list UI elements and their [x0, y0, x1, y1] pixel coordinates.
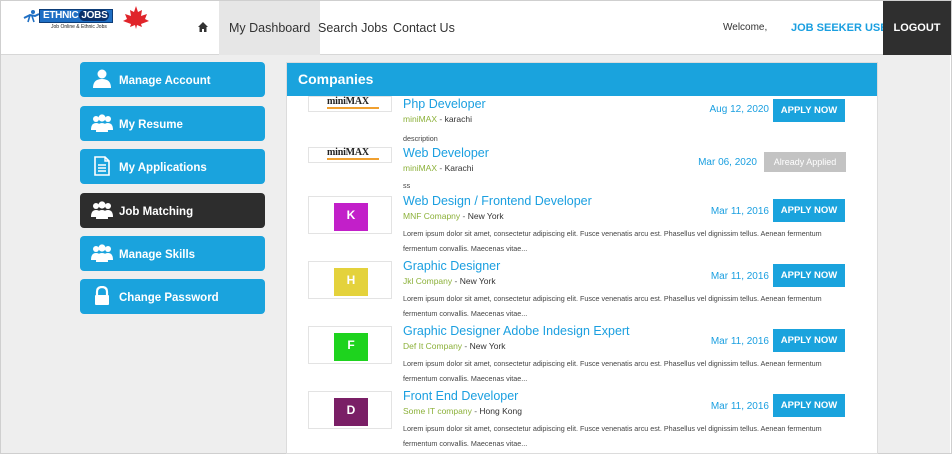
user-icon — [93, 69, 111, 88]
job-description: Lorem ipsum dolor sit amet, consectetur … — [403, 359, 822, 383]
logo-word-jobs: JOBS — [79, 10, 110, 21]
sidebar-item-manage-account[interactable]: Manage Account — [80, 62, 265, 97]
logo-underline — [327, 158, 379, 160]
company-logo-text: miniMAX — [327, 147, 369, 158]
logo-underline — [327, 107, 379, 109]
sidebar-item-change-password[interactable]: Change Password — [80, 279, 265, 314]
job-title[interactable]: Front End Developer — [403, 389, 518, 403]
sidebar-item-label: Job Matching — [119, 206, 194, 218]
company-logo: miniMAX — [308, 147, 392, 163]
job-date: Mar 11, 2016 — [710, 401, 769, 412]
nav-my-dashboard[interactable]: My Dashboard — [219, 1, 321, 55]
company-logo: K — [308, 196, 392, 234]
job-meta: MNF Comapny - New York — [403, 211, 504, 221]
company-logo-letter: D — [346, 403, 356, 417]
panel-title: Companies — [287, 63, 877, 96]
job-description: Lorem ipsum dolor sit amet, consectetur … — [403, 229, 822, 253]
sidebar-item-label: Manage Account — [119, 75, 211, 87]
nav-contact-us[interactable]: Contact Us — [383, 1, 465, 55]
job-meta: Some IT company - Hong Kong — [403, 406, 522, 416]
job-description: Lorem ipsum dolor sit amet, consectetur … — [403, 294, 822, 318]
job-meta: Jkl Company - New York — [403, 276, 496, 286]
users-icon — [91, 114, 113, 132]
job-title[interactable]: Web Developer — [403, 146, 489, 160]
company-name[interactable]: MNF Comapny — [403, 211, 460, 221]
meta-separator: - — [462, 341, 470, 351]
maple-leaf-icon — [123, 6, 149, 29]
job-location: New York — [467, 211, 504, 221]
job-date: Mar 11, 2016 — [710, 336, 769, 347]
job-location: New York — [469, 341, 506, 351]
site-logo[interactable]: ETHNIC JOBS Job Online & Ethnic Jobs — [21, 5, 151, 35]
runner-figure-icon — [23, 10, 40, 23]
job-location: New York — [459, 276, 496, 286]
company-name[interactable]: Jkl Company — [403, 276, 452, 286]
apply-now-button[interactable]: APPLY NOW — [773, 329, 845, 352]
sidebar-item-label: Change Password — [119, 292, 219, 304]
job-meta: Def It Company - New York — [403, 341, 506, 351]
company-logo-letter: F — [347, 338, 355, 352]
logo-tagline: Job Online & Ethnic Jobs — [51, 24, 107, 30]
job-title[interactable]: Php Developer — [403, 97, 486, 111]
company-logo-letter: H — [346, 273, 356, 287]
meta-separator: - — [437, 114, 445, 124]
logo-word-ethnic: ETHNIC — [43, 10, 79, 21]
sidebar-item-my-applications[interactable]: My Applications — [80, 149, 265, 184]
job-title[interactable]: Graphic Designer — [403, 259, 500, 273]
sidebar-item-label: Manage Skills — [119, 249, 196, 261]
company-name[interactable]: miniMAX — [403, 163, 437, 173]
job-description: Lorem ipsum dolor sit amet, consectetur … — [403, 424, 822, 448]
job-title[interactable]: Graphic Designer Adobe Indesign Expert — [403, 324, 630, 338]
apply-now-button[interactable]: APPLY NOW — [773, 394, 845, 417]
users-icon — [91, 244, 113, 262]
job-date: Mar 11, 2016 — [710, 206, 769, 217]
sidebar-item-job-matching[interactable]: Job Matching — [80, 193, 265, 228]
meta-separator: - — [437, 163, 445, 173]
already-applied-button: Already Applied — [764, 152, 846, 172]
lock-icon — [95, 286, 109, 305]
company-logo-square: F — [334, 333, 368, 361]
apply-now-button[interactable]: APPLY NOW — [773, 264, 845, 287]
company-name[interactable]: miniMAX — [403, 114, 437, 124]
sidebar-item-label: My Applications — [119, 162, 207, 174]
job-location: Hong Kong — [479, 406, 522, 416]
job-meta: miniMAX - karachi — [403, 114, 472, 124]
meta-separator: - — [452, 276, 460, 286]
meta-separator: - — [460, 211, 468, 221]
job-date: Mar 06, 2020 — [698, 157, 757, 168]
job-location: Karachi — [444, 163, 474, 173]
sidebar-item-label: My Resume — [119, 119, 183, 131]
logout-button[interactable]: LOGOUT — [883, 1, 951, 55]
job-date: Mar 11, 2016 — [710, 271, 769, 282]
companies-panel: Companies miniMAX Php Developer miniMAX … — [286, 62, 878, 454]
welcome-text: Welcome, — [723, 22, 768, 33]
company-logo-square: H — [334, 268, 368, 296]
company-logo-text: miniMAX — [327, 96, 369, 107]
company-name[interactable]: Def It Company — [403, 341, 462, 351]
company-logo: D — [308, 391, 392, 429]
home-icon[interactable] — [197, 21, 209, 33]
job-description: ss — [403, 181, 411, 190]
job-description: description — [403, 134, 438, 143]
company-logo-letter: K — [346, 208, 356, 222]
company-logo: F — [308, 326, 392, 364]
company-logo: H — [308, 261, 392, 299]
logo-wordmark: ETHNIC JOBS — [39, 9, 114, 23]
company-name[interactable]: Some IT company — [403, 406, 472, 416]
users-icon — [91, 201, 113, 219]
company-logo-square: D — [334, 398, 368, 426]
job-date: Aug 12, 2020 — [709, 104, 770, 115]
sidebar-item-my-resume[interactable]: My Resume — [80, 106, 265, 141]
company-logo-square: K — [334, 203, 368, 231]
top-navbar: ETHNIC JOBS Job Online & Ethnic Jobs My D… — [1, 1, 951, 55]
company-logo: miniMAX — [308, 96, 392, 112]
apply-now-button[interactable]: APPLY NOW — [773, 99, 845, 122]
document-icon — [94, 156, 110, 176]
job-title[interactable]: Web Design / Frontend Developer — [403, 194, 592, 208]
job-meta: miniMAX - Karachi — [403, 163, 473, 173]
apply-now-button[interactable]: APPLY NOW — [773, 199, 845, 222]
job-location: karachi — [444, 114, 472, 124]
sidebar-item-manage-skills[interactable]: Manage Skills — [80, 236, 265, 271]
